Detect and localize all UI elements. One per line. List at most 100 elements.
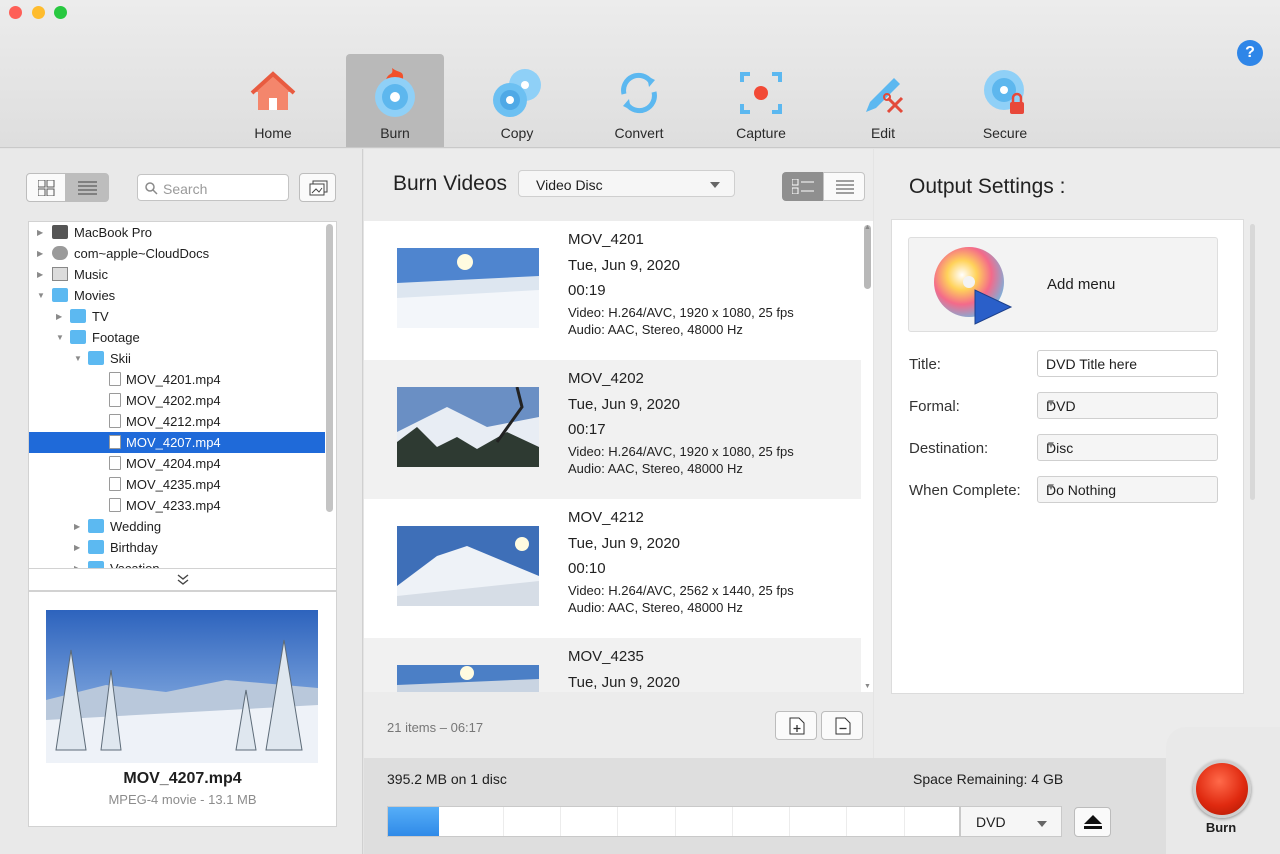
compact-view-button[interactable] [823,172,865,201]
toolbar-copy-button[interactable]: Copy [468,54,566,147]
edit-icon [866,78,904,114]
list-item[interactable]: MOV_4201 Tue, Jun 9, 2020 00:19 Video: H… [364,221,861,360]
tree-item-movies[interactable]: ▼ Movies [29,285,325,306]
media-browser-button[interactable] [299,173,336,202]
tree-item-skii[interactable]: ▼ Skii [29,348,325,369]
list-item[interactable]: MOV_4212 Tue, Jun 9, 2020 00:10 Video: H… [364,499,861,638]
toolbar-copy-label: Copy [500,125,534,141]
folder-icon [88,519,104,533]
remove-file-icon [835,717,851,735]
video-thumbnail [397,665,539,692]
help-button[interactable]: ? [1237,40,1263,66]
grid-view-button[interactable] [26,173,66,202]
toolbar-capture-button[interactable]: Capture [712,54,810,147]
folder-icon [70,330,86,344]
toolbar-home-label: Home [254,125,292,141]
burn-disc-icon [375,68,415,117]
format-label: Formal: [909,398,960,415]
zoom-window-button[interactable] [54,6,67,19]
toolbar-home-button[interactable]: Home [224,54,322,147]
search-input[interactable]: Search [137,174,289,201]
burn-button[interactable] [1193,760,1251,818]
list-view-toggle [782,172,865,201]
toolbar-burn-button[interactable]: Burn [346,54,444,147]
dvd-menu-icon [934,247,1013,325]
video-duration: 00:19 [568,282,606,299]
when-complete-select[interactable]: Do Nothing ▼ [1037,476,1218,503]
tree-item-label: Footage [92,330,140,345]
video-thumbnail [397,248,539,328]
video-date: Tue, Jun 9, 2020 [568,535,681,552]
tree-item-macbook[interactable]: ▶ MacBook Pro [29,222,325,243]
folder-icon [88,561,104,568]
list-view-button[interactable] [65,173,109,202]
burn-button-label: Burn [1205,820,1237,835]
close-window-button[interactable] [9,6,22,19]
video-file-icon [109,393,121,407]
toolbar-edit-button[interactable]: Edit [834,54,932,147]
add-file-button[interactable] [775,711,817,740]
tree-item-vacation[interactable]: ▶ Vacation [29,558,325,569]
laptop-icon [52,225,68,239]
video-list: MOV_4201 Tue, Jun 9, 2020 00:19 Video: H… [364,221,873,692]
tree-scrollbar[interactable] [326,224,333,512]
video-name: MOV_4212 [568,509,644,526]
file-tree: ▶ MacBook Pro ▶ com~apple~CloudDocs ▶ Music… [28,221,337,569]
tree-item-clouddocs[interactable]: ▶ com~apple~CloudDocs [29,243,325,264]
space-remaining-text: Space Remaining: 4 GB [913,771,1064,787]
audio-codec: Audio: AAC, Stereo, 48000 Hz [568,600,743,615]
tree-item-file[interactable]: MOV_4204.mp4 [29,453,325,474]
preview-thumbnail [46,610,318,763]
format-select[interactable]: DVD ▼ [1037,392,1218,419]
when-complete-label: When Complete: [909,482,1021,499]
toolbar-secure-button[interactable]: Secure [956,54,1054,147]
tree-item-tv[interactable]: ▶ TV [29,306,325,327]
scroll-up-icon[interactable]: ▲ [864,224,871,231]
add-menu-button[interactable]: Add menu [908,237,1218,332]
tree-item-file[interactable]: MOV_4235.mp4 [29,474,325,495]
tree-item-music[interactable]: ▶ Music [29,264,325,285]
destination-select[interactable]: Disc ▼ [1037,434,1218,461]
expand-preview-button[interactable] [28,569,337,591]
settings-scrollbar[interactable] [1250,224,1255,500]
video-duration: 00:17 [568,421,606,438]
list-item[interactable]: MOV_4235 Tue, Jun 9, 2020 [364,638,861,692]
media-type-select[interactable]: DVD [960,806,1062,837]
title-input[interactable]: DVD Title here [1037,350,1218,377]
list-item[interactable]: MOV_4202 Tue, Jun 9, 2020 00:17 Video: H… [364,360,861,499]
list-scrollbar[interactable] [864,225,871,289]
disc-type-select[interactable]: Video Disc [518,170,735,197]
tree-item-file[interactable]: MOV_4202.mp4 [29,390,325,411]
cloud-icon [52,246,68,260]
scroll-down-icon[interactable]: ▼ [864,683,871,690]
tree-item-footage[interactable]: ▼ Footage [29,327,325,348]
add-file-icon [789,717,805,735]
tree-item-file[interactable]: MOV_4233.mp4 [29,495,325,516]
audio-codec: Audio: AAC, Stereo, 48000 Hz [568,322,743,337]
tree-item-file[interactable]: MOV_4212.mp4 [29,411,325,432]
eject-button[interactable] [1074,807,1111,837]
folder-icon [70,309,86,323]
tree-item-label: MOV_4233.mp4 [126,498,221,513]
tree-item-label: MacBook Pro [74,225,153,240]
tree-item-file-selected[interactable]: MOV_4207.mp4 [29,432,325,453]
video-date: Tue, Jun 9, 2020 [568,396,681,413]
tree-item-label: Vacation [110,561,160,569]
toolbar-convert-button[interactable]: Convert [590,54,688,147]
tree-item-label: TV [92,309,109,324]
video-file-icon [109,456,121,470]
eject-icon [1084,815,1102,829]
disc-capacity-bar [387,806,960,837]
video-file-icon [109,414,121,428]
title-input-value: DVD Title here [1046,356,1138,372]
tree-item-wedding[interactable]: ▶ Wedding [29,516,325,537]
audio-codec: Audio: AAC, Stereo, 48000 Hz [568,461,743,476]
remove-file-button[interactable] [821,711,863,740]
detail-view-button[interactable] [782,172,823,201]
minimize-window-button[interactable] [32,6,45,19]
items-summary: 21 items – 06:17 [387,720,484,735]
tree-item-file[interactable]: MOV_4201.mp4 [29,369,325,390]
toolbar: Home Burn Copy Convert Capture Edit Secu… [0,0,1280,148]
video-codec: Video: H.264/AVC, 1920 x 1080, 25 fps [568,305,794,320]
tree-item-birthday[interactable]: ▶ Birthday [29,537,325,558]
